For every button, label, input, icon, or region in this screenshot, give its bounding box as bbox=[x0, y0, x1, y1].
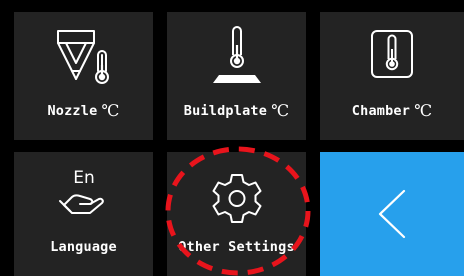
chevron-left-icon bbox=[320, 152, 464, 276]
nozzle-unit: ℃ bbox=[101, 101, 120, 120]
language-icon-text: En bbox=[73, 168, 95, 188]
chamber-label-wrap: Chamber ℃ bbox=[320, 100, 464, 120]
chamber-thermometer-icon bbox=[320, 20, 464, 94]
nozzle-label: Nozzle bbox=[47, 103, 98, 119]
language-tile[interactable]: En Language bbox=[14, 152, 153, 276]
gear-icon bbox=[167, 160, 306, 234]
buildplate-temp-tile[interactable]: Buildplate ℃ bbox=[167, 12, 306, 140]
buildplate-label: Buildplate bbox=[183, 103, 268, 119]
buildplate-unit: ℃ bbox=[271, 101, 290, 120]
language-label: Language bbox=[50, 239, 117, 255]
settings-screen: Nozzle ℃ Buildplate ℃ Chamber ℃ En Langu… bbox=[0, 0, 464, 276]
chamber-label: Chamber bbox=[351, 103, 411, 119]
other-settings-label: Other Settings bbox=[178, 239, 295, 255]
chamber-temp-tile[interactable]: Chamber ℃ bbox=[320, 12, 464, 140]
other-settings-tile[interactable]: Other Settings bbox=[167, 152, 306, 276]
buildplate-label-wrap: Buildplate ℃ bbox=[167, 100, 306, 120]
back-button[interactable] bbox=[320, 152, 464, 276]
chamber-unit: ℃ bbox=[414, 101, 433, 120]
buildplate-thermometer-icon bbox=[167, 20, 306, 94]
nozzle-label-wrap: Nozzle ℃ bbox=[14, 100, 153, 120]
nozzle-thermometer-icon bbox=[14, 20, 153, 94]
nozzle-temp-tile[interactable]: Nozzle ℃ bbox=[14, 12, 153, 140]
language-hand-icon: En bbox=[14, 156, 153, 230]
